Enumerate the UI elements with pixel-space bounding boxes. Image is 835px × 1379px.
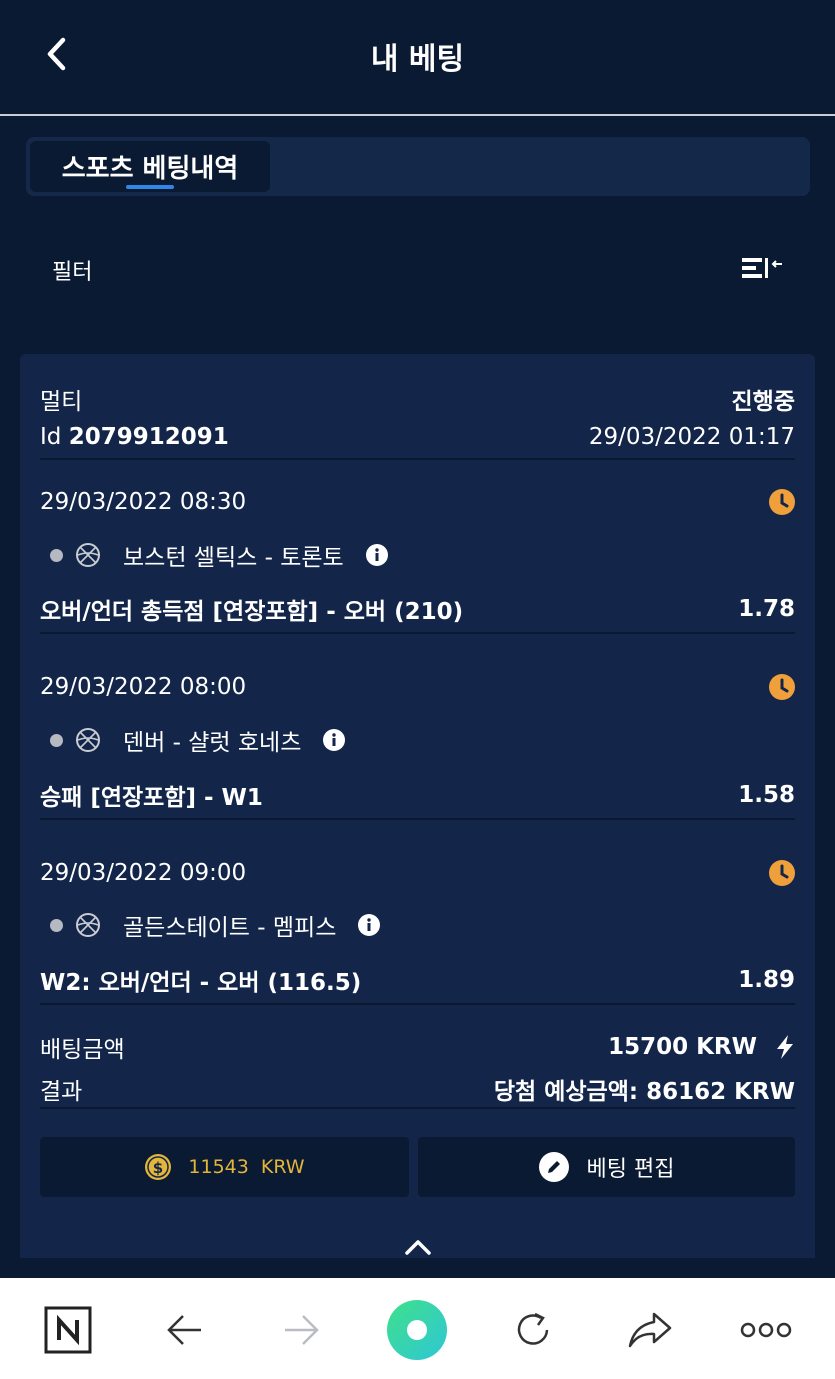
tab-bar: 스포츠 베팅내역: [26, 137, 810, 196]
sort-list-icon: [742, 258, 782, 278]
refresh-button[interactable]: [503, 1300, 563, 1360]
bet-status: 진행중: [731, 389, 795, 415]
green-dot-icon: [387, 1300, 447, 1360]
event-selection: 승패 [연장포함] - W1: [40, 785, 263, 811]
basketball-icon: [76, 728, 100, 752]
divider: [40, 818, 795, 820]
share-arrow-icon: [628, 1312, 672, 1348]
event-match: 골든스테이트 - 멤피스: [123, 915, 337, 941]
chevron-up-icon[interactable]: [404, 1238, 432, 1256]
event-match-row[interactable]: 보스턴 셀틱스 - 토론토: [50, 538, 388, 572]
event-odds: 1.58: [738, 782, 795, 808]
info-icon[interactable]: [323, 729, 346, 751]
arrow-left-icon: [167, 1315, 201, 1345]
browser-toolbar: [0, 1278, 835, 1379]
clock-icon: [769, 860, 795, 886]
event-odds: 1.78: [738, 596, 795, 622]
bet-card: 멀티 진행중 Id 2079912091 29/03/2022 01:17 29…: [20, 354, 815, 1258]
naver-home-button[interactable]: [38, 1300, 98, 1360]
divider: [40, 1003, 795, 1005]
event-datetime: 29/03/2022 08:00: [40, 674, 247, 700]
cashout-amount: 11543 KRW: [188, 1156, 305, 1178]
event-odds: 1.89: [738, 967, 795, 993]
event-selection: W2: 오버/언더 - 오버 (116.5): [40, 970, 362, 996]
app-header: 내 베팅: [0, 0, 835, 116]
divider: [40, 458, 795, 460]
basketball-icon: [76, 913, 100, 937]
bet-id-value: 2079912091: [68, 424, 229, 450]
browser-back-button[interactable]: [155, 1300, 215, 1360]
coin-icon: $: [145, 1154, 172, 1180]
share-button[interactable]: [620, 1300, 680, 1360]
status-dot: [50, 918, 63, 932]
info-icon[interactable]: [365, 544, 388, 566]
browser-forward-button[interactable]: [271, 1300, 331, 1360]
pencil-icon: [538, 1152, 569, 1182]
page-title: 내 베팅: [370, 42, 465, 77]
lightning-icon[interactable]: [775, 1034, 795, 1060]
green-dot-button[interactable]: [387, 1300, 447, 1360]
bet-placed-at: 29/03/2022 01:17: [588, 424, 795, 450]
edit-bet-label: 베팅 편집: [586, 1157, 675, 1182]
event-match: 덴버 - 샬럿 호네츠: [123, 730, 302, 756]
naver-n-icon: [44, 1306, 92, 1354]
svg-text:$: $: [153, 1159, 163, 1177]
event-match-row[interactable]: 덴버 - 샬럿 호네츠: [50, 723, 346, 757]
result-value: 당첨 예상금액: 86162 KRW: [493, 1079, 795, 1105]
sort-button[interactable]: [740, 255, 784, 281]
event-datetime: 29/03/2022 09:00: [40, 860, 247, 886]
info-icon[interactable]: [358, 914, 381, 936]
event-match-row[interactable]: 골든스테이트 - 멤피스: [50, 908, 381, 942]
divider: [40, 632, 795, 634]
basketball-icon: [76, 543, 100, 567]
event-match: 보스턴 셀틱스 - 토론토: [123, 545, 344, 571]
bet-id: Id 2079912091: [40, 424, 229, 450]
cashout-button[interactable]: $ 11543 KRW: [40, 1137, 409, 1197]
bet-type: 멀티: [40, 389, 83, 415]
tab-sports-bets[interactable]: 스포츠 베팅내역: [30, 141, 270, 192]
filter-button[interactable]: 필터: [52, 254, 92, 286]
more-button[interactable]: [736, 1300, 796, 1360]
bet-id-label: Id: [40, 424, 62, 450]
status-dot: [50, 733, 63, 747]
tab-active-indicator: [126, 185, 174, 189]
event-datetime: 29/03/2022 08:30: [40, 489, 247, 515]
clock-icon: [769, 489, 795, 515]
stake-label: 배팅금액: [40, 1037, 125, 1063]
more-dots-icon: [740, 1322, 792, 1338]
arrow-right-icon: [285, 1315, 319, 1345]
stake-value: 15700 KRW: [608, 1034, 757, 1060]
clock-icon: [769, 674, 795, 700]
status-dot: [50, 548, 63, 562]
divider: [40, 1107, 795, 1109]
result-label: 결과: [40, 1079, 83, 1105]
refresh-icon: [517, 1312, 549, 1345]
edit-bet-button[interactable]: 베팅 편집: [418, 1137, 795, 1197]
event-selection: 오버/언더 총득점 [연장포함] - 오버 (210): [40, 599, 464, 625]
tab-label: 스포츠 베팅내역: [61, 154, 239, 184]
